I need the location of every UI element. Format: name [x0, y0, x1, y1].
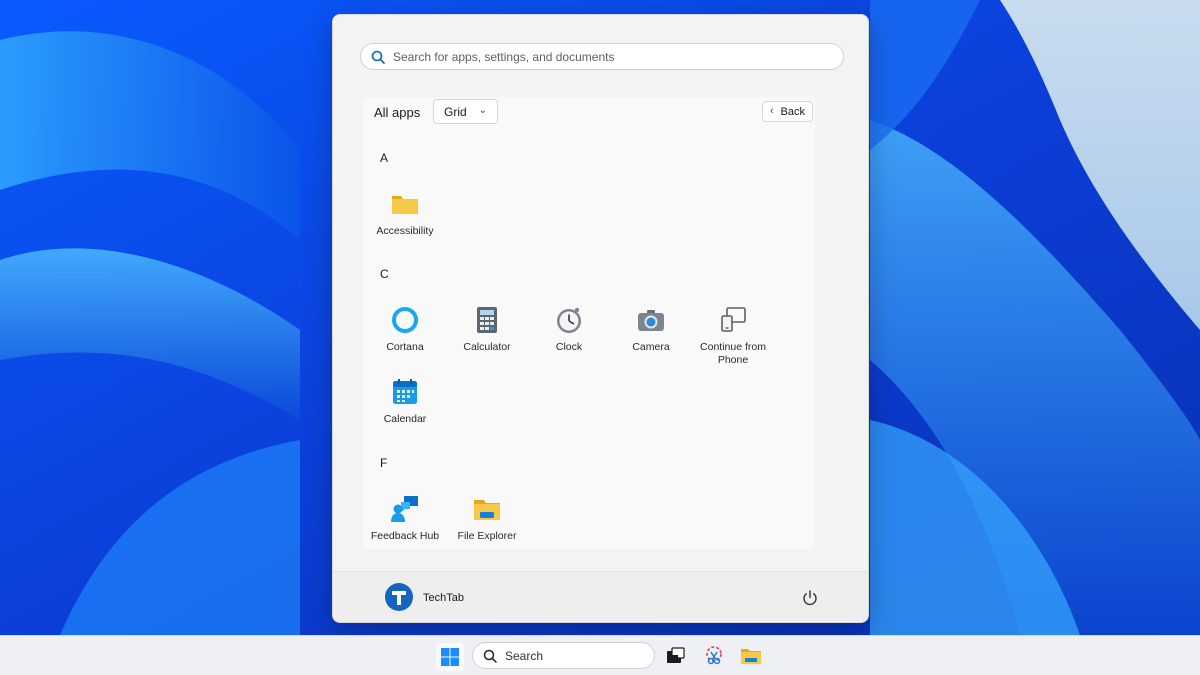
- app-label: Calendar: [383, 413, 427, 425]
- app-label: Camera: [632, 341, 670, 353]
- clock-icon: [557, 307, 581, 333]
- app-label: File Explorer: [457, 530, 517, 542]
- folder-icon: [392, 196, 418, 214]
- calendar-icon: [393, 379, 417, 404]
- windows-logo-icon: [441, 648, 459, 666]
- calculator-icon: [477, 307, 497, 333]
- back-label: Back: [780, 105, 805, 118]
- phone-link-icon: [721, 307, 746, 332]
- search-icon: [483, 649, 497, 663]
- cortana-icon: [392, 307, 418, 333]
- start-search-box[interactable]: [360, 43, 844, 70]
- feedback-hub-icon: [391, 496, 418, 522]
- app-label: Clock: [555, 341, 583, 353]
- app-calendar[interactable]: Calendar: [364, 377, 446, 426]
- app-label: Accessibility: [376, 225, 434, 237]
- app-label: Continue from Phone: [700, 341, 766, 366]
- file-explorer-icon: [474, 500, 500, 520]
- snipping-tool-icon[interactable]: [703, 645, 725, 667]
- back-button[interactable]: ‹ Back: [762, 101, 813, 122]
- taskbar-search-label: Search: [505, 648, 544, 663]
- user-name[interactable]: TechTab: [423, 592, 464, 604]
- app-clock[interactable]: Clock: [528, 305, 610, 354]
- view-mode-dropdown[interactable]: Grid ⌄: [433, 99, 498, 124]
- all-apps-title: All apps: [374, 105, 421, 120]
- app-accessibility[interactable]: Accessibility: [364, 189, 446, 238]
- chevron-down-icon: ⌄: [478, 105, 487, 116]
- section-letter-f[interactable]: F: [380, 456, 387, 470]
- user-avatar[interactable]: [385, 583, 413, 611]
- app-calculator[interactable]: Calculator: [446, 305, 528, 354]
- app-feedback-hub[interactable]: Feedback Hub: [364, 494, 446, 543]
- power-icon[interactable]: [801, 589, 819, 607]
- section-letter-a[interactable]: A: [380, 151, 388, 165]
- app-file-explorer[interactable]: File Explorer: [446, 494, 528, 543]
- app-label: Cortana: [386, 341, 424, 353]
- start-footer: TechTab: [333, 571, 868, 622]
- taskbar: Search: [0, 635, 1200, 675]
- app-continue-from-phone[interactable]: Continue from Phone: [692, 305, 774, 367]
- app-cortana[interactable]: Cortana: [364, 305, 446, 354]
- app-label: Feedback Hub: [370, 530, 440, 542]
- app-camera[interactable]: Camera: [610, 305, 692, 354]
- section-letter-c[interactable]: C: [380, 267, 389, 281]
- chevron-left-icon: ‹: [770, 105, 774, 117]
- app-label: Calculator: [463, 341, 511, 353]
- start-button[interactable]: [436, 643, 464, 671]
- task-view-icon[interactable]: [664, 645, 686, 667]
- taskbar-search-box[interactable]: Search: [472, 642, 655, 669]
- search-icon: [371, 50, 385, 64]
- file-explorer-taskbar-icon[interactable]: [740, 645, 762, 667]
- camera-icon: [638, 310, 664, 331]
- start-menu: All apps Grid ⌄ ‹ Back A Accessibility C…: [332, 14, 869, 623]
- start-search-input[interactable]: [393, 49, 813, 64]
- view-mode-label: Grid: [444, 104, 467, 119]
